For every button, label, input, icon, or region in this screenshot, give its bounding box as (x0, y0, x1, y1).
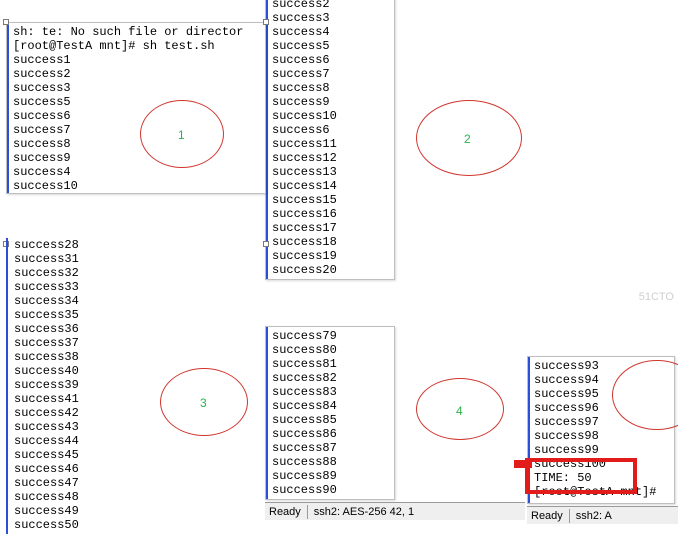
output-line: success48 (14, 490, 79, 504)
output-line: success1 (13, 53, 263, 67)
output-line: success87 (272, 441, 392, 455)
output-line: success7 (272, 67, 392, 81)
output-line: success44 (14, 434, 79, 448)
output-line: success9 (272, 95, 392, 109)
resize-handle[interactable] (263, 19, 269, 25)
output-line: success10 (13, 179, 263, 193)
output-line: success18 (272, 235, 392, 249)
output-line: success85 (272, 413, 392, 427)
output-line: success33 (14, 280, 79, 294)
output-line: success79 (272, 329, 392, 343)
output-line: success84 (272, 399, 392, 413)
highlight-rect-time (525, 458, 637, 494)
output-line: success19 (272, 249, 392, 263)
status-bar-right: Ready ssh2: A (527, 506, 678, 524)
output-line: success20 (272, 263, 392, 277)
output-line: success43 (14, 420, 79, 434)
output-line: success46 (14, 462, 79, 476)
output-line: success7 (13, 123, 263, 137)
output-line: success41 (14, 392, 79, 406)
output-line: success4 (13, 165, 263, 179)
output-line: success45 (14, 448, 79, 462)
output-line: success83 (272, 385, 392, 399)
output-line: success86 (272, 427, 392, 441)
output-line: success15 (272, 193, 392, 207)
resize-handle[interactable] (263, 241, 269, 247)
output-line: success11 (272, 137, 392, 151)
output-line: success32 (14, 266, 79, 280)
output-line: success14 (272, 179, 392, 193)
output-line: success8 (272, 81, 392, 95)
watermark: 51CTO (639, 290, 674, 304)
output-line: success40 (14, 364, 79, 378)
output-line: success2 (272, 0, 392, 11)
output-line: success82 (272, 371, 392, 385)
output-line: success28 (14, 238, 79, 252)
output-line: success90 (272, 483, 392, 497)
output-line: success2 (13, 67, 263, 81)
output-line: success88 (272, 455, 392, 469)
output-line: success99 (534, 443, 672, 457)
output-line: success13 (272, 165, 392, 179)
terminal-panel-3: success28success31success32success33succ… (6, 238, 79, 534)
output-line: success81 (272, 357, 392, 371)
output-line: success36 (14, 322, 79, 336)
status-ready: Ready (269, 505, 301, 519)
output-line: success38 (14, 350, 79, 364)
output-line: success9 (13, 151, 263, 165)
output-line: success35 (14, 308, 79, 322)
output-line: success12 (272, 151, 392, 165)
output-line: success8 (13, 137, 263, 151)
status-ready-right: Ready (531, 509, 563, 523)
output-line: success39 (14, 378, 79, 392)
output-line: success50 (14, 518, 79, 532)
status-bar-left: Ready ssh2: AES-256 42, 1 (265, 502, 525, 520)
shell-prompt-line: [root@TestA mnt]# sh test.sh (13, 39, 263, 53)
output-line: success37 (14, 336, 79, 350)
output-line: success10 (272, 109, 392, 123)
annotation-number-4: 4 (456, 404, 463, 418)
output-line: success17 (272, 221, 392, 235)
output-line: success6 (272, 53, 392, 67)
annotation-number-1: 1 (178, 128, 185, 142)
output-line: success3 (272, 11, 392, 25)
output-line: success16 (272, 207, 392, 221)
output-line: success4 (272, 25, 392, 39)
status-ssh-right: ssh2: A (576, 509, 612, 523)
shell-error-line: sh: te: No such file or director (13, 25, 263, 39)
status-ssh-info: ssh2: AES-256 42, 1 (314, 505, 414, 519)
output-line: success42 (14, 406, 79, 420)
output-line: success6 (272, 123, 392, 137)
output-line: success47 (14, 476, 79, 490)
resize-handle[interactable] (3, 19, 9, 25)
output-line: success49 (14, 504, 79, 518)
output-line: success89 (272, 469, 392, 483)
output-line: success3 (13, 81, 263, 95)
output-line: success80 (272, 343, 392, 357)
output-line: success31 (14, 252, 79, 266)
output-line: success5 (13, 95, 263, 109)
annotation-number-2: 2 (464, 132, 471, 146)
annotation-number-3: 3 (200, 396, 207, 410)
output-line: success98 (534, 429, 672, 443)
terminal-panel-4: success79success80success81success82succ… (265, 326, 395, 500)
output-line: success34 (14, 294, 79, 308)
terminal-panel-1: sh: te: No such file or director [root@T… (6, 22, 266, 194)
output-line: success6 (13, 109, 263, 123)
terminal-panel-2: success2success3success4success5success6… (265, 0, 395, 280)
output-line: success5 (272, 39, 392, 53)
